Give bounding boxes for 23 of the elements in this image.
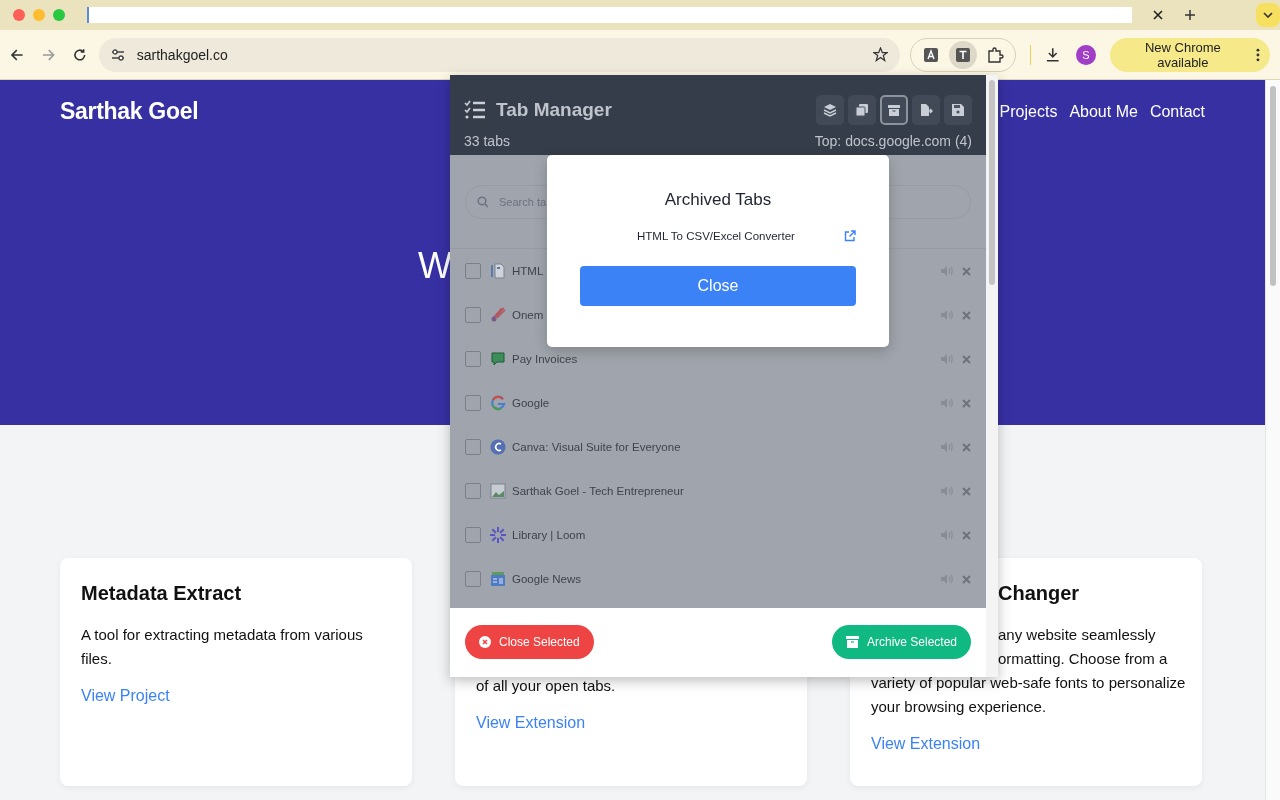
tab-count: 33 tabs [464, 133, 510, 149]
dialog-title: Archived Tabs [664, 190, 772, 210]
tab-title: Pay Invoices [512, 353, 579, 365]
card-description: ormatting. Choose from a [998, 649, 1168, 669]
tab-title: HTML [512, 265, 545, 277]
top-domain: Top: docs.google.com (4) [814, 133, 972, 149]
tab-title: Google News [512, 573, 583, 585]
card-description: files. [81, 649, 112, 669]
archived-tab-title: HTML To CSV/Excel Converter [637, 230, 795, 242]
tab-title: Google [512, 397, 551, 409]
card-title: Metadata Extract [81, 582, 243, 605]
tab-title: Canva: Visual Suite for Everyone [512, 441, 682, 453]
card-description: A tool for extracting metadata from various [81, 625, 363, 645]
card-description: of all your open tabs. [476, 676, 616, 696]
hero-heading: W [418, 245, 453, 287]
card-description: any website seamlessly [998, 625, 1156, 645]
card-description: variety of popular web-safe fonts to personalize [871, 673, 1186, 693]
tab-title: Sarthak Goel - Tech Entrepreneur [512, 485, 685, 497]
tab-title: Library | Loom [512, 529, 587, 541]
card-title: Changer [998, 582, 1081, 605]
card-description: your browsing experience. [871, 697, 1047, 717]
tab-title: Onem [512, 309, 545, 321]
popup-title: Tab Manager [496, 99, 613, 121]
